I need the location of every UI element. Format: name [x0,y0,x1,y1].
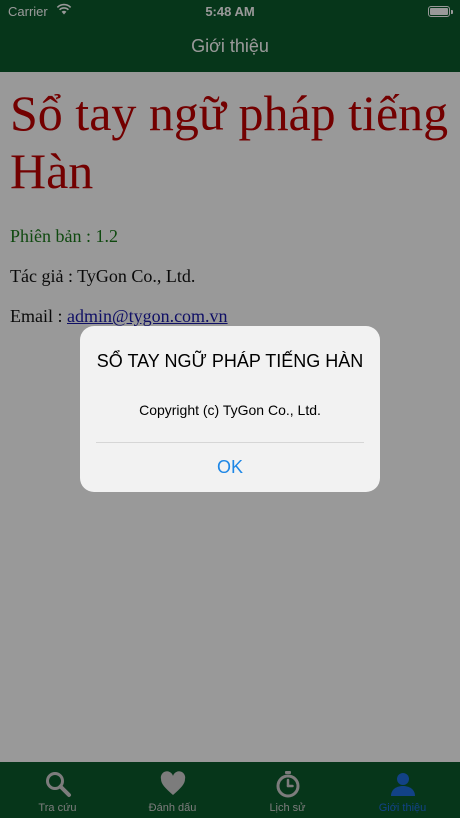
copyright-alert-dialog: SỔ TAY NGỮ PHÁP TIẾNG HÀN Copyright (c) … [80,326,380,492]
alert-title: SỔ TAY NGỮ PHÁP TIẾNG HÀN [96,351,364,371]
alert-message: Copyright (c) TyGon Co., Ltd. [139,402,321,418]
ok-button[interactable]: OK [80,443,380,492]
